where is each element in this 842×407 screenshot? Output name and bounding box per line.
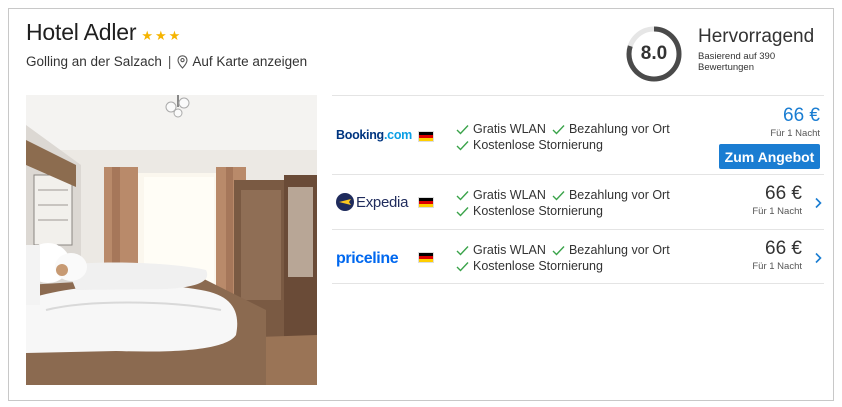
check-icon [456, 190, 469, 201]
svg-text:Expedia: Expedia [356, 194, 409, 211]
svg-text:.com: .com [384, 128, 412, 142]
location-row: Golling an der Salzach | Auf Karte anzei… [26, 54, 307, 69]
svg-text:Booking: Booking [336, 128, 384, 142]
separator: | [167, 54, 172, 69]
check-icon [552, 245, 565, 256]
per-night-label: Für 1 Nacht [752, 261, 802, 272]
star-icon: ★ [168, 28, 181, 43]
price[interactable]: 66 € [752, 239, 802, 259]
check-icon [456, 245, 469, 256]
rating-review-count: Basierend auf 390 Bewertungen [698, 51, 776, 73]
offer-row-expedia[interactable]: Expedia Gratis WLAN Bezahlung vor Ort Ko… [332, 174, 824, 229]
priceline-logo[interactable]: priceline [336, 248, 412, 268]
offer-row-booking[interactable]: Booking .com Gratis WLAN Bezahlung vor O… [332, 95, 824, 174]
offer-row-priceline[interactable]: priceline Gratis WLAN Bezahlung vor Ort … [332, 229, 824, 284]
check-icon [456, 206, 469, 217]
feature-pay-on-site: Bezahlung vor Ort [568, 188, 670, 202]
germany-flag-icon [418, 197, 434, 208]
feature-free-cancellation: Kostenlose Stornierung [473, 138, 603, 152]
feature-wifi: Gratis WLAN [473, 122, 546, 136]
priceline-logo-icon: priceline [336, 250, 399, 267]
offers-list: Booking .com Gratis WLAN Bezahlung vor O… [332, 95, 824, 284]
booking-logo[interactable]: Booking .com [336, 127, 416, 143]
price-block: 66 € Für 1 Nacht [752, 239, 802, 273]
rating-score: 8.0 [640, 43, 668, 64]
price-block: 66 € Für 1 Nacht Zum Angebot [719, 106, 820, 169]
rating-badge: 8.0 [625, 25, 683, 83]
feature-pay-on-site: Bezahlung vor Ort [568, 122, 670, 136]
germany-flag-icon [418, 252, 434, 263]
features: Gratis WLAN Bezahlung vor Ort Kostenlose… [456, 242, 676, 274]
star-icon: ★ [141, 28, 153, 43]
check-icon [456, 140, 469, 151]
features: Gratis WLAN Bezahlung vor Ort Kostenlose… [456, 121, 676, 153]
hotel-card: Hotel Adler ★ ★ ★ Golling an der Salzach… [8, 8, 834, 401]
map-pin-icon[interactable] [177, 54, 188, 69]
per-night-label: Für 1 Nacht [752, 206, 802, 217]
features: Gratis WLAN Bezahlung vor Ort Kostenlose… [456, 187, 676, 219]
feature-wifi: Gratis WLAN [473, 188, 546, 202]
rating-label: Hervorragend [698, 26, 815, 47]
star-rating: ★ ★ ★ [141, 29, 180, 42]
expedia-logo-icon: Expedia [336, 193, 409, 211]
feature-free-cancellation: Kostenlose Stornierung [473, 204, 603, 218]
star-icon: ★ [154, 28, 167, 43]
check-icon [552, 124, 565, 135]
chevron-right-icon[interactable] [814, 252, 822, 264]
booking-logo-icon: Booking .com [336, 128, 412, 142]
svg-text:priceline: priceline [336, 250, 399, 267]
check-icon [456, 261, 469, 272]
show-on-map-link[interactable]: Auf Karte anzeigen [192, 54, 307, 69]
feature-wifi: Gratis WLAN [473, 243, 546, 257]
rating-summary: Hervorragend Basierend auf 390 Bewertung… [698, 26, 814, 73]
chevron-right-icon[interactable] [814, 197, 822, 209]
feature-pay-on-site: Bezahlung vor Ort [568, 243, 670, 257]
price-block: 66 € Für 1 Nacht [752, 184, 802, 218]
hotel-name[interactable]: Hotel Adler [26, 19, 137, 46]
price[interactable]: 66 € [752, 184, 802, 204]
room-illustration [26, 95, 317, 385]
view-deal-button[interactable]: Zum Angebot [719, 144, 820, 169]
hotel-room-photo[interactable] [26, 95, 317, 385]
check-icon [552, 190, 565, 201]
germany-flag-icon [418, 131, 434, 142]
check-icon [456, 124, 469, 135]
per-night-label: Für 1 Nacht [770, 128, 820, 139]
price[interactable]: 66 € [719, 106, 820, 126]
title-row: Hotel Adler ★ ★ ★ [26, 19, 180, 46]
expedia-logo[interactable]: Expedia [336, 192, 412, 214]
feature-free-cancellation: Kostenlose Stornierung [473, 259, 603, 273]
location-text: Golling an der Salzach [26, 54, 162, 69]
